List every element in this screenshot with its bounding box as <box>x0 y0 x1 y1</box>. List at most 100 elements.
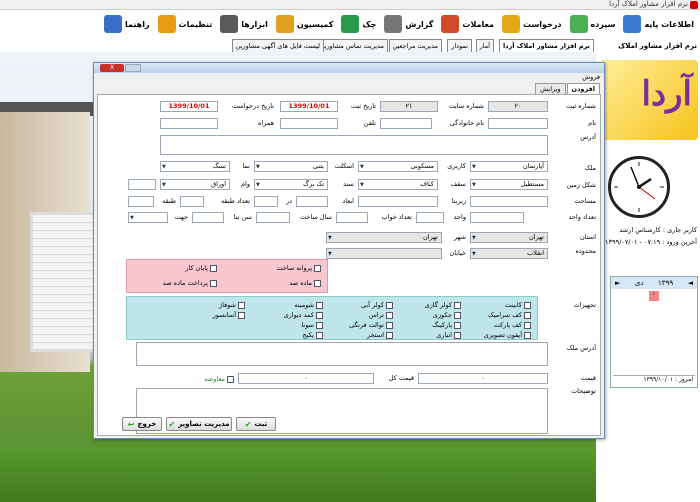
equipment-checkbox[interactable]: آسانسور <box>213 311 245 319</box>
calendar-day[interactable] <box>672 335 683 345</box>
equipment-checkbox[interactable]: کولر گازی <box>425 301 461 309</box>
exit-button[interactable]: ↩ خروج <box>122 417 162 431</box>
direction-select[interactable] <box>128 212 168 223</box>
calendar-day[interactable] <box>649 346 660 356</box>
calendar-day[interactable] <box>660 291 671 301</box>
calendar-day[interactable]: ۱ <box>648 291 660 301</box>
equipment-checkbox[interactable]: استخر <box>367 331 393 339</box>
toolbar-button-5[interactable]: چک <box>341 15 376 33</box>
check-completion[interactable]: پایان کار <box>185 264 217 272</box>
calendar-day[interactable] <box>660 313 671 323</box>
tab-add[interactable]: افزودن <box>566 83 600 94</box>
street-select[interactable] <box>326 248 442 259</box>
calendar-day[interactable] <box>637 291 648 301</box>
calendar-day[interactable] <box>672 291 683 301</box>
check-article-100-paid[interactable]: پرداخت ماده صد <box>163 279 217 287</box>
calendar-day[interactable] <box>625 291 636 301</box>
tab-main[interactable]: نرم افزار مشاور املاک آردا <box>498 39 594 52</box>
equipment-checkbox[interactable]: کف سرامیک <box>488 311 531 319</box>
equipment-checkbox[interactable]: پارکینگ <box>432 321 461 329</box>
calendar-day[interactable] <box>637 324 648 334</box>
province-select[interactable]: تهران <box>470 232 548 243</box>
calendar-day[interactable] <box>637 335 648 345</box>
calendar-day[interactable] <box>660 335 671 345</box>
minimize-button[interactable] <box>125 64 141 72</box>
calendar-day[interactable] <box>660 302 671 312</box>
toolbar-button-1[interactable]: سپرده <box>569 15 615 33</box>
calendar-day[interactable] <box>613 335 624 345</box>
ceiling-select[interactable]: کناف <box>358 179 438 190</box>
calendar-year[interactable]: ۱۳۹۹ <box>658 279 673 287</box>
equipment-checkbox[interactable]: شومینه <box>294 301 323 309</box>
site-no-field[interactable]: ۲۱ <box>380 101 438 112</box>
calendar-day[interactable] <box>625 313 636 323</box>
equipment-checkbox[interactable]: کولر آبی <box>361 301 393 309</box>
equipment-checkbox[interactable]: جکوزی <box>433 311 461 319</box>
beds-field[interactable] <box>336 212 368 223</box>
req-date-field[interactable]: 1399/10/01 <box>160 101 218 112</box>
equipment-checkbox[interactable]: آیفون تصویری <box>484 331 531 339</box>
calendar-day[interactable] <box>613 346 624 356</box>
age-field[interactable] <box>192 212 224 223</box>
equipment-checkbox[interactable]: کمد دیواری <box>284 311 323 319</box>
calendar-day[interactable] <box>637 346 648 356</box>
calendar-day[interactable] <box>613 324 624 334</box>
calendar-month[interactable]: دی <box>635 279 644 287</box>
tab-clients[interactable]: مدیریت مراجعین <box>388 39 442 52</box>
calendar-day[interactable] <box>637 302 648 312</box>
dims-width-field[interactable] <box>296 196 328 207</box>
calendar-day[interactable] <box>672 324 683 334</box>
tab-stats[interactable]: آمار <box>475 39 494 52</box>
equipment-checkbox[interactable]: کابینت <box>505 301 531 309</box>
equipment-checkbox[interactable]: تراس <box>369 311 393 319</box>
infra-field[interactable] <box>358 196 438 207</box>
calendar-day[interactable] <box>637 313 648 323</box>
calendar-day[interactable] <box>660 324 671 334</box>
equipment-checkbox[interactable]: توالت فرنگی <box>349 321 393 329</box>
usage-select[interactable]: مسکونی <box>358 161 438 172</box>
calendar-day[interactable] <box>660 346 671 356</box>
prop-address-field[interactable] <box>136 342 548 366</box>
total-price-field[interactable]: ۰ <box>238 373 374 384</box>
calendar-day[interactable] <box>684 291 695 301</box>
calendar-day[interactable] <box>684 302 695 312</box>
phone-field[interactable] <box>280 118 338 129</box>
calendar-day[interactable] <box>684 313 695 323</box>
tab-ads[interactable]: لیست فایل های آگهی مشاورین <box>231 39 324 52</box>
tab-calls[interactable]: مدیریت تماس مشاورین <box>315 39 388 52</box>
land-select[interactable]: مستطیل <box>470 179 548 190</box>
calendar-day[interactable] <box>672 313 683 323</box>
equipment-checkbox[interactable]: شوفاژ <box>219 301 245 309</box>
mobile-field[interactable] <box>160 118 218 129</box>
toolbar-button-4[interactable]: گزارش <box>384 15 433 33</box>
calendar-prev-icon[interactable]: ◄ <box>688 279 693 287</box>
toolbar-button-7[interactable]: ابزارها <box>220 15 268 33</box>
calendar-day[interactable] <box>613 313 624 323</box>
address-field[interactable] <box>160 135 548 155</box>
images-button[interactable]: ✔ مدیریت تصاویر <box>166 417 232 431</box>
check-building-permit[interactable]: پروانه ساخت <box>276 264 321 272</box>
close-button[interactable]: X <box>100 64 124 72</box>
reg-no-field[interactable]: ۲۰ <box>488 101 548 112</box>
calendar-day[interactable] <box>649 313 660 323</box>
toolbar-button-0[interactable]: اطلاعات پایه <box>623 15 694 33</box>
calendar-day[interactable] <box>684 335 695 345</box>
toolbar-button-8[interactable]: تنظیمات <box>157 15 212 33</box>
calendar-day[interactable] <box>649 302 660 312</box>
property-select[interactable]: آپارتمان <box>470 161 548 172</box>
floor-field[interactable] <box>128 196 154 207</box>
calendar-day[interactable] <box>625 346 636 356</box>
calendar-next-icon[interactable]: ► <box>615 279 620 287</box>
toolbar-button-2[interactable]: درخواست <box>501 15 562 33</box>
toolbar-button-6[interactable]: کمیسیون <box>275 15 333 33</box>
family-field[interactable] <box>380 118 432 129</box>
tab-edit[interactable]: ویرایش <box>535 83 566 94</box>
calendar-today[interactable]: امروز : ۱۳۹۹/۱۰/۰۱ <box>613 375 695 385</box>
calendar-day[interactable] <box>672 302 683 312</box>
loan-select[interactable]: اوراق <box>160 179 230 190</box>
calendar-day[interactable] <box>625 302 636 312</box>
calendar-day[interactable] <box>625 335 636 345</box>
floors-field[interactable] <box>180 196 204 207</box>
save-button[interactable]: ✔ ثبت <box>236 417 276 431</box>
city-select[interactable]: تهران <box>326 232 442 243</box>
